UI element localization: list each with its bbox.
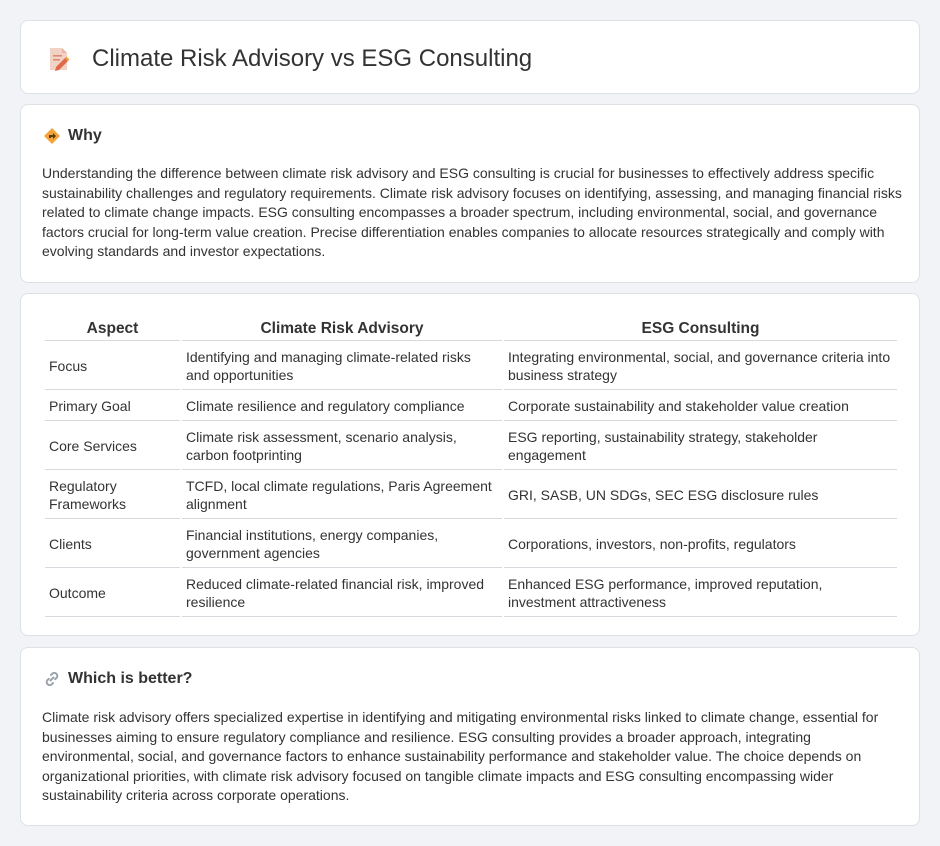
row-esg-value: Corporate sustainability and stakeholder… xyxy=(504,392,897,421)
table-row: Regulatory Frameworks TCFD, local climat… xyxy=(45,472,897,519)
document-pencil-icon xyxy=(47,46,71,72)
header-esg-consulting: ESG Consulting xyxy=(504,316,897,341)
title-card: Climate Risk Advisory vs ESG Consulting xyxy=(20,20,920,94)
why-heading: Why xyxy=(68,127,102,144)
table-row: Primary Goal Climate resilience and regu… xyxy=(45,392,897,421)
table-row: Focus Identifying and managing climate-r… xyxy=(45,343,897,390)
header-aspect: Aspect xyxy=(45,316,180,341)
why-header: Why xyxy=(43,127,102,145)
better-header: Which is better? xyxy=(43,670,192,688)
row-aspect: Core Services xyxy=(45,423,180,470)
row-esg-value: ESG reporting, sustainability strategy, … xyxy=(504,423,897,470)
row-aspect: Focus xyxy=(45,343,180,390)
row-esg-value: Corporations, investors, non-profits, re… xyxy=(504,521,897,568)
row-esg-value: Enhanced ESG performance, improved reput… xyxy=(504,570,897,617)
header-climate-risk-advisory: Climate Risk Advisory xyxy=(182,316,502,341)
better-heading: Which is better? xyxy=(68,670,193,687)
comparison-section: Aspect Climate Risk Advisory ESG Consult… xyxy=(20,293,920,636)
better-text: Climate risk advisory offers specialized… xyxy=(42,709,879,804)
row-aspect: Regulatory Frameworks xyxy=(45,472,180,519)
row-aspect: Primary Goal xyxy=(45,392,180,421)
page-title: Climate Risk Advisory vs ESG Consulting xyxy=(92,45,533,72)
diamond-arrow-icon xyxy=(43,127,61,145)
link-icon xyxy=(43,670,61,688)
row-esg-value: GRI, SASB, UN SDGs, SEC ESG disclosure r… xyxy=(504,472,897,519)
row-esg-value: Integrating environmental, social, and g… xyxy=(504,343,897,390)
table-row: Clients Financial institutions, energy c… xyxy=(45,521,897,568)
row-climate-value: Climate risk assessment, scenario analys… xyxy=(182,423,502,470)
table-header-row: Aspect Climate Risk Advisory ESG Consult… xyxy=(45,316,897,341)
row-climate-value: TCFD, local climate regulations, Paris A… xyxy=(182,472,502,519)
table-row: Core Services Climate risk assessment, s… xyxy=(45,423,897,470)
row-climate-value: Identifying and managing climate-related… xyxy=(182,343,502,390)
row-climate-value: Climate resilience and regulatory compli… xyxy=(182,392,502,421)
why-text: Understanding the difference between cli… xyxy=(42,165,902,260)
which-is-better-section: Which is better? Climate risk advisory o… xyxy=(20,647,920,826)
row-aspect: Clients xyxy=(45,521,180,568)
table-row: Outcome Reduced climate-related financia… xyxy=(45,570,897,617)
row-aspect: Outcome xyxy=(45,570,180,617)
why-section: Why Understanding the difference between… xyxy=(20,104,920,283)
row-climate-value: Reduced climate-related financial risk, … xyxy=(182,570,502,617)
row-climate-value: Financial institutions, energy companies… xyxy=(182,521,502,568)
comparison-table: Aspect Climate Risk Advisory ESG Consult… xyxy=(43,314,899,619)
